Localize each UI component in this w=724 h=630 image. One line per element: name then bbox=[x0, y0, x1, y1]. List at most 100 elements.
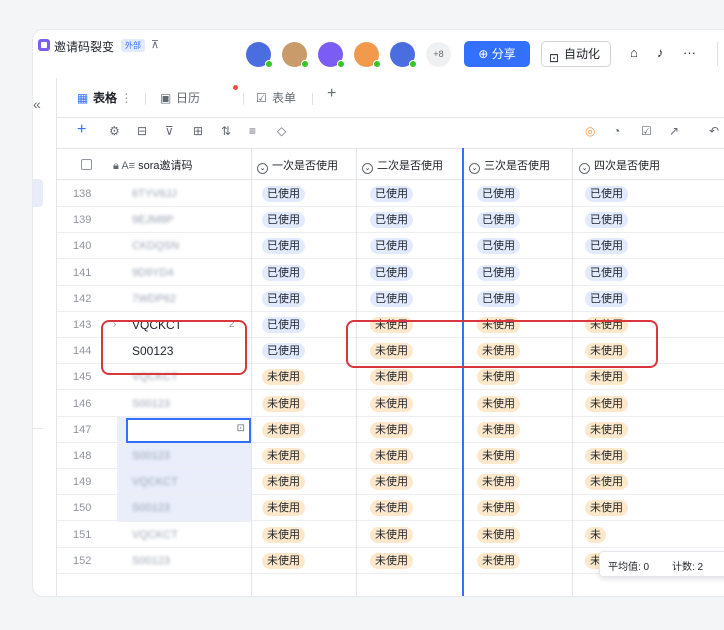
tab-table[interactable]: ▦ 表格 ⋮ bbox=[77, 89, 132, 106]
fill-color-icon[interactable]: ◇ bbox=[277, 124, 286, 138]
doc-title[interactable]: 邀请码裂变 bbox=[54, 38, 114, 55]
invite-code-cell[interactable]: CKDQSN bbox=[132, 240, 179, 252]
column-header-third[interactable]: ⌄ 三次是否使用 bbox=[469, 157, 550, 174]
table-row[interactable]: 149 VQCKCT 未使用 未使用 未使用 未使用 bbox=[57, 469, 724, 496]
status-tag[interactable]: 已使用 bbox=[585, 290, 628, 307]
status-tag[interactable]: 已使用 bbox=[262, 343, 305, 360]
status-tag[interactable]: 已使用 bbox=[370, 290, 413, 307]
ai-icon[interactable]: ◎ bbox=[585, 124, 595, 138]
status-tag[interactable]: 已使用 bbox=[477, 212, 520, 229]
status-tag[interactable]: 已使用 bbox=[585, 238, 628, 255]
table-row[interactable]: 141 9D9YD4 已使用 已使用 已使用 已使用 bbox=[57, 260, 724, 286]
table-row[interactable]: 138 6TYV6JJ 已使用 已使用 已使用 已使用 bbox=[57, 181, 724, 207]
table-row[interactable]: 146 S00123 未使用 未使用 未使用 未使用 bbox=[57, 391, 724, 417]
tab-form[interactable]: ☑ 表单 bbox=[256, 89, 296, 106]
status-tag[interactable]: 已使用 bbox=[477, 238, 520, 255]
invite-code-cell[interactable]: 9EJM8P bbox=[132, 214, 174, 226]
status-tag[interactable]: 已使用 bbox=[585, 264, 628, 281]
status-tag[interactable]: 未使用 bbox=[370, 421, 413, 438]
status-tag[interactable]: 未使用 bbox=[262, 526, 305, 543]
status-tag[interactable]: 已使用 bbox=[370, 264, 413, 281]
status-tag[interactable]: 未使用 bbox=[477, 369, 520, 386]
column-header-second[interactable]: ⌄ 二次是否使用 bbox=[362, 157, 443, 174]
table-row[interactable]: 142 7WDP62 已使用 已使用 已使用 已使用 bbox=[57, 286, 724, 312]
status-tag[interactable]: 未使用 bbox=[585, 395, 628, 412]
sort-icon[interactable]: ⇅ bbox=[221, 124, 231, 138]
status-tag[interactable]: 未使用 bbox=[477, 395, 520, 412]
table-row[interactable]: 151 VQCKCT 未使用 未使用 未使用 未 bbox=[57, 522, 724, 548]
invite-code-cell[interactable]: 6TYV6JJ bbox=[132, 188, 177, 200]
column-header-fourth[interactable]: ⌄ 四次是否使用 bbox=[579, 157, 660, 174]
invite-code-cell[interactable]: S00123 bbox=[132, 555, 170, 567]
checklist-icon[interactable]: ☑ bbox=[641, 124, 652, 138]
filter-icon[interactable]: ⊽ bbox=[165, 124, 174, 138]
status-tag[interactable]: 已使用 bbox=[262, 264, 305, 281]
tab-calendar[interactable]: ▣ 日历 bbox=[160, 89, 200, 106]
status-tag[interactable]: 未使用 bbox=[477, 474, 520, 491]
column-header-first[interactable]: ⌄ 一次是否使用 bbox=[257, 157, 338, 174]
invite-code-cell[interactable]: 7WDP62 bbox=[132, 293, 176, 305]
status-tag[interactable]: 未使用 bbox=[262, 474, 305, 491]
status-tag[interactable]: 已使用 bbox=[262, 290, 305, 307]
status-tag[interactable]: 已使用 bbox=[370, 186, 413, 202]
status-tag[interactable]: 已使用 bbox=[370, 238, 413, 255]
automation-button[interactable]: ⊡ 自动化 bbox=[541, 41, 611, 67]
status-tag[interactable]: 已使用 bbox=[262, 238, 305, 255]
status-tag[interactable]: 已使用 bbox=[262, 317, 305, 333]
share-view-icon[interactable]: ↗ bbox=[669, 124, 679, 138]
status-tag[interactable]: 已使用 bbox=[262, 186, 305, 202]
table-row[interactable]: 139 9EJM8P 已使用 已使用 已使用 已使用 bbox=[57, 207, 724, 234]
status-tag[interactable]: 未 bbox=[585, 526, 606, 543]
history-icon[interactable]: ◔ bbox=[613, 124, 620, 138]
status-tag[interactable]: 未使用 bbox=[370, 526, 413, 543]
avatar[interactable] bbox=[354, 42, 381, 68]
invite-code-cell[interactable]: VQCKCT bbox=[132, 529, 178, 541]
status-tag[interactable]: 未使用 bbox=[585, 448, 628, 464]
add-record-icon[interactable]: + bbox=[77, 121, 86, 139]
row-height-icon[interactable]: ≡ bbox=[249, 124, 256, 138]
table-row[interactable]: 148 S00123 未使用 未使用 未使用 未使用 bbox=[57, 443, 724, 469]
invite-code-cell[interactable]: S00123 bbox=[132, 502, 170, 514]
add-view-button[interactable]: + bbox=[327, 85, 336, 103]
invite-code-cell[interactable]: S00123 bbox=[132, 398, 170, 410]
more-collaborators[interactable]: +8 bbox=[426, 42, 451, 67]
status-tag[interactable]: 未使用 bbox=[477, 552, 520, 569]
status-tag[interactable]: 未使用 bbox=[262, 500, 305, 517]
status-tag[interactable]: 已使用 bbox=[477, 186, 520, 202]
share-button[interactable]: ⊕ 分享 bbox=[464, 41, 530, 67]
undo-icon[interactable]: ↶ bbox=[709, 124, 719, 138]
collapse-sidebar-icon[interactable]: « bbox=[33, 96, 41, 112]
status-tag[interactable]: 未使用 bbox=[370, 448, 413, 464]
status-tag[interactable]: 未使用 bbox=[262, 448, 305, 464]
status-tag[interactable]: 未使用 bbox=[370, 395, 413, 412]
invite-code-cell[interactable]: S00123 bbox=[132, 450, 170, 462]
field-config-icon[interactable]: ⊟ bbox=[137, 124, 147, 138]
status-tag[interactable]: 未使用 bbox=[370, 552, 413, 569]
status-tag[interactable]: 已使用 bbox=[477, 264, 520, 281]
select-all-checkbox[interactable] bbox=[81, 159, 92, 170]
status-tag[interactable]: 未使用 bbox=[477, 526, 520, 543]
status-tag[interactable]: 未使用 bbox=[370, 369, 413, 386]
group-icon[interactable]: ⊞ bbox=[193, 124, 203, 138]
status-tag[interactable]: 未使用 bbox=[477, 448, 520, 464]
status-tag[interactable]: 未使用 bbox=[585, 421, 628, 438]
pin-icon[interactable]: ⊼ bbox=[151, 38, 159, 51]
avatar[interactable] bbox=[390, 42, 417, 68]
invite-code-cell[interactable]: 9D9YD4 bbox=[132, 267, 174, 279]
bell-icon[interactable]: ♪ bbox=[657, 45, 664, 60]
status-tag[interactable]: 已使用 bbox=[370, 212, 413, 229]
table-row[interactable]: 140 CKDQSN 已使用 已使用 已使用 已使用 bbox=[57, 233, 724, 260]
status-tag[interactable]: 未使用 bbox=[585, 474, 628, 491]
status-tag[interactable]: 未使用 bbox=[262, 552, 305, 569]
status-tag[interactable]: 未使用 bbox=[262, 369, 305, 386]
status-tag[interactable]: 已使用 bbox=[585, 212, 628, 229]
status-tag[interactable]: 未使用 bbox=[262, 421, 305, 438]
avatar[interactable] bbox=[246, 42, 273, 68]
settings-icon[interactable]: ⚙ bbox=[109, 124, 120, 138]
status-tag[interactable]: 已使用 bbox=[262, 212, 305, 229]
status-tag[interactable]: 未使用 bbox=[477, 421, 520, 438]
column-header-code[interactable]: 🔒︎ A≡ sora邀请码 bbox=[113, 157, 193, 173]
table-row[interactable]: 150 S00123 未使用 未使用 未使用 未使用 bbox=[57, 495, 724, 522]
status-tag[interactable]: 已使用 bbox=[477, 290, 520, 307]
avatar[interactable] bbox=[282, 42, 309, 68]
